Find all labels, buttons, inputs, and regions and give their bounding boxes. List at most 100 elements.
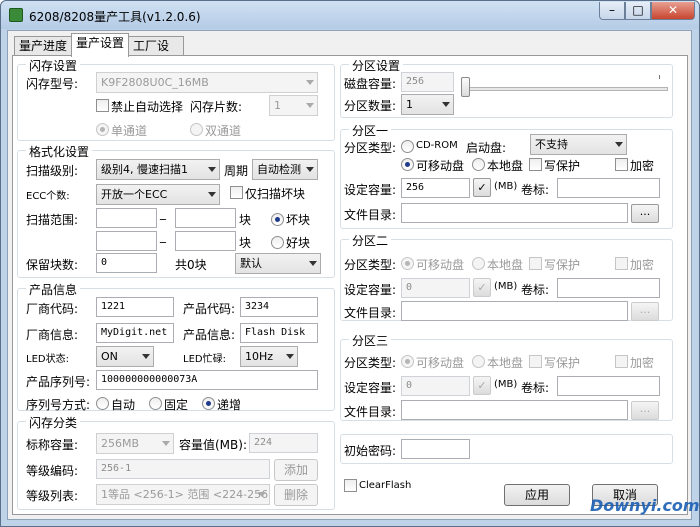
led-state-select[interactable]: ON (96, 346, 154, 367)
serial-fixed-radio[interactable] (149, 397, 162, 410)
tab-progress[interactable]: 量产进度 (14, 36, 72, 56)
p2-encrypt-checkbox[interactable] (615, 257, 628, 270)
scan-range-end-1[interactable] (175, 208, 236, 228)
p1-capacity-confirm-icon[interactable]: ✓ (473, 178, 491, 197)
reserved-mode-select[interactable]: 默认 (235, 253, 321, 274)
vendor-info-input[interactable]: MyDigit.net (96, 323, 174, 343)
p2-capacity-input[interactable]: 0 (401, 278, 470, 298)
p2-local-radio[interactable] (472, 257, 485, 270)
cycle-label: 周期 (224, 164, 249, 178)
p1-dir-input[interactable] (401, 203, 628, 223)
scan-level-select[interactable]: 级别4, 慢速扫描1 (96, 159, 220, 180)
p2-browse-button[interactable]: ... (631, 302, 659, 321)
serial-input[interactable]: 100000000000073A (96, 370, 318, 390)
disk-capacity-input[interactable]: 256 (401, 72, 454, 92)
initial-password-input[interactable] (401, 439, 470, 459)
product-info-input[interactable]: Flash Disk (240, 323, 318, 343)
dual-channel-label: 双通道 (205, 124, 242, 138)
scan-bad-only-label: 仅扫描坏块 (245, 187, 306, 201)
clear-flash-checkbox[interactable] (344, 479, 357, 492)
apply-button[interactable]: 应用 (504, 484, 570, 506)
single-channel-radio[interactable] (96, 123, 109, 136)
grade-code-input[interactable]: 256-1 (96, 459, 270, 479)
p2-dir-input[interactable] (401, 301, 628, 321)
p1-type-label: 分区类型: (344, 141, 397, 155)
p3-write-protect-checkbox[interactable] (529, 355, 542, 368)
p1-cdrom-label: CD-ROM (416, 140, 458, 151)
p2-write-protect-checkbox[interactable] (529, 257, 542, 270)
nominal-capacity-label: 标称容量: (26, 438, 79, 452)
p1-encrypt-label: 加密 (630, 159, 655, 173)
tab-settings[interactable]: 量产设置 (71, 33, 129, 57)
cycle-select[interactable]: 自动检测 (252, 159, 318, 180)
p1-local-radio[interactable] (472, 158, 485, 171)
p3-capacity-input[interactable]: 0 (401, 376, 470, 396)
bad-block-radio[interactable] (271, 213, 284, 226)
nominal-capacity-select[interactable]: 256MB (96, 433, 174, 454)
p1-mb-label: (MB) (494, 181, 518, 192)
p3-local-radio[interactable] (472, 355, 485, 368)
p3-volume-input[interactable] (557, 376, 660, 396)
delete-grade-button[interactable]: 删除 (274, 484, 318, 506)
p2-write-protect-label: 写保护 (544, 258, 581, 272)
scan-range-end-2[interactable] (175, 231, 236, 251)
serial-auto-radio[interactable] (96, 397, 109, 410)
title-bar[interactable]: 6208/8208量产工具(v1.2.0.6) – □ ✕ (1, 1, 699, 29)
p1-write-protect-checkbox[interactable] (529, 158, 542, 171)
scan-bad-only-checkbox[interactable] (230, 186, 243, 199)
flash-model-select[interactable]: K9F2808U0C_16MB (96, 72, 318, 93)
tab-factory[interactable]: 工厂设置 (128, 36, 184, 71)
partition-slider-thumb[interactable] (461, 77, 470, 97)
chip-count-select[interactable]: 1 (269, 95, 318, 116)
p1-dir-label: 文件目录: (344, 208, 397, 222)
p1-removable-radio[interactable] (401, 158, 414, 171)
p3-encrypt-checkbox[interactable] (615, 355, 628, 368)
p3-capacity-confirm-icon[interactable]: ✓ (473, 376, 491, 395)
p1-encrypt-checkbox[interactable] (615, 158, 628, 171)
serial-fixed-label: 固定 (164, 398, 189, 412)
serial-increment-radio[interactable] (202, 397, 215, 410)
disk-capacity-label: 磁盘容量: (344, 77, 397, 91)
grade-list-select[interactable]: 1等品 <256-1> 范围 <224-256M (96, 484, 270, 505)
p2-local-label: 本地盘 (487, 258, 524, 272)
maximize-button[interactable]: □ (625, 2, 651, 20)
p1-capacity-input[interactable]: 256 (401, 178, 470, 198)
p2-volume-input[interactable] (557, 278, 660, 298)
p1-boot-label: 启动盘: (466, 141, 507, 155)
ecc-count-label: ECC个数: (26, 191, 70, 202)
p1-cdrom-radio[interactable] (401, 140, 414, 153)
reserved-blocks-label: 保留块数: (26, 258, 79, 272)
disable-autoselect-label: 禁止自动选择 (111, 100, 184, 114)
good-block-radio[interactable] (271, 236, 284, 249)
ecc-count-select[interactable]: 开放一个ECC (96, 184, 220, 205)
p1-browse-button[interactable]: ... (631, 204, 659, 223)
dual-channel-radio[interactable] (190, 123, 203, 136)
p3-removable-radio[interactable] (401, 355, 414, 368)
disable-autoselect-checkbox[interactable] (96, 99, 109, 112)
good-block-label: 好块 (286, 236, 311, 250)
scan-range-start-1[interactable] (96, 208, 157, 228)
partition-count-select[interactable]: 1 (401, 94, 454, 115)
p2-mb-label: (MB) (494, 281, 518, 292)
p3-dir-input[interactable] (401, 400, 628, 420)
single-channel-label: 单通道 (111, 124, 148, 138)
p2-capacity-confirm-icon[interactable]: ✓ (473, 278, 491, 297)
led-busy-select[interactable]: 10Hz (240, 346, 298, 367)
vendor-code-input[interactable]: 1221 (96, 297, 174, 317)
reserved-blocks-input[interactable]: 0 (96, 253, 157, 273)
partition1-legend: 分区一 (349, 122, 392, 139)
p3-browse-button[interactable]: ... (631, 401, 659, 420)
format-settings-legend: 格式化设置 (26, 143, 93, 160)
serial-increment-label: 递增 (217, 398, 242, 412)
p2-removable-radio[interactable] (401, 257, 414, 270)
scan-range-start-2[interactable] (96, 231, 157, 251)
p1-boot-select[interactable]: 不支持 (530, 134, 627, 155)
partition-slider-track[interactable] (464, 87, 668, 91)
capacity-value-input[interactable]: 224 (249, 433, 318, 453)
close-button[interactable]: ✕ (651, 2, 695, 20)
p1-volume-input[interactable] (557, 178, 660, 198)
product-code-input[interactable]: 3234 (240, 297, 318, 317)
minimize-button[interactable]: – (599, 2, 625, 20)
add-grade-button[interactable]: 添加 (274, 459, 318, 481)
serial-mode-label: 序列号方式: (26, 398, 91, 412)
